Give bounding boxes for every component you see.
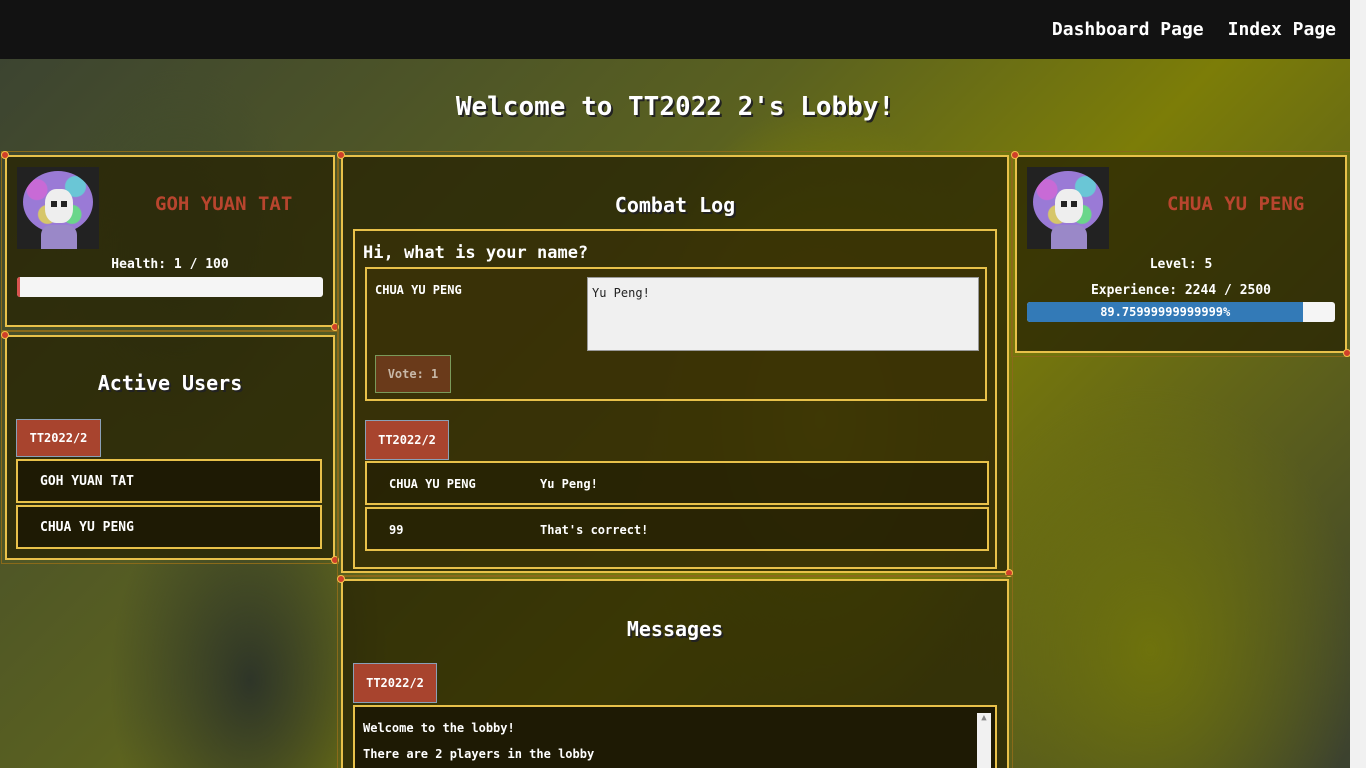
- question-text: Hi, what is your name?: [363, 243, 589, 263]
- log-entry-message: That's correct!: [540, 523, 649, 537]
- log-entry-message: Yu Peng!: [540, 477, 598, 491]
- avatar-eye: [61, 201, 67, 207]
- avatar-face: [1055, 189, 1083, 223]
- health-text: Health: 1 / 100: [111, 257, 229, 272]
- top-nav: Dashboard Page Index Page: [0, 0, 1366, 59]
- messages-scrollbar[interactable]: ▲: [977, 713, 991, 768]
- message-line: Welcome to the lobby!: [363, 721, 515, 735]
- messages-heading: Messages: [626, 617, 724, 641]
- opponent-name: CHUA YU PENG: [1167, 193, 1305, 215]
- lobby-title: Welcome to TT2022 2's Lobby!: [455, 92, 895, 122]
- active-users-heading: Active Users: [97, 371, 243, 395]
- vote-button[interactable]: Vote: 1: [375, 355, 451, 393]
- combat-log-panel: Combat Log Hi, what is your name? CHUA Y…: [337, 151, 1013, 577]
- avatar-body: [1051, 225, 1087, 249]
- experience-bar-fill: 89.75999999999999%: [1027, 302, 1304, 322]
- avatar-body: [41, 225, 77, 249]
- log-entry: 99 That's correct!: [365, 507, 989, 551]
- avatar-face: [45, 189, 73, 223]
- active-users-tab[interactable]: TT2022/2: [16, 419, 101, 457]
- answerer-name: CHUA YU PENG: [375, 283, 462, 297]
- combat-log-tab[interactable]: TT2022/2: [365, 420, 449, 460]
- question-box: Hi, what is your name? CHUA YU PENG Yu P…: [353, 229, 997, 569]
- opponent-panel: CHUA YU PENG Level: 5 Experience: 2244 /…: [1011, 151, 1351, 357]
- index-link[interactable]: Index Page: [1228, 19, 1336, 40]
- experience-bar: 89.75999999999999%: [1027, 302, 1335, 322]
- log-entry-name: CHUA YU PENG: [389, 477, 476, 491]
- messages-box[interactable]: Welcome to the lobby! There are 2 player…: [353, 705, 997, 768]
- answer-card: CHUA YU PENG Yu Peng! Vote: 1: [365, 267, 987, 401]
- messages-panel: Messages TT2022/2 Welcome to the lobby! …: [337, 575, 1013, 768]
- player-panel: GOH YUAN TAT Health: 1 / 100: [1, 151, 339, 331]
- avatar-eye: [1071, 201, 1077, 207]
- page-scrollbar[interactable]: [1350, 0, 1366, 768]
- combat-log-heading: Combat Log: [614, 193, 736, 217]
- answer-textarea[interactable]: Yu Peng!: [587, 277, 979, 351]
- experience-text: Experience: 2244 / 2500: [1090, 283, 1271, 298]
- message-line: There are 2 players in the lobby: [363, 747, 595, 761]
- avatar-eye: [51, 201, 57, 207]
- log-entry: CHUA YU PENG Yu Peng!: [365, 461, 989, 505]
- health-bar-fill: [17, 277, 21, 297]
- health-bar: [17, 277, 323, 297]
- user-row[interactable]: CHUA YU PENG: [16, 505, 322, 549]
- opponent-avatar: [1027, 167, 1109, 249]
- user-row[interactable]: GOH YUAN TAT: [16, 459, 322, 503]
- player-avatar: [17, 167, 99, 249]
- player-name: GOH YUAN TAT: [155, 193, 293, 215]
- dashboard-link[interactable]: Dashboard Page: [1052, 19, 1204, 40]
- scroll-up-icon[interactable]: ▲: [981, 713, 986, 768]
- messages-tab[interactable]: TT2022/2: [353, 663, 437, 703]
- level-text: Level: 5: [1149, 257, 1213, 272]
- avatar-eye: [1061, 201, 1067, 207]
- active-users-panel: Active Users TT2022/2 GOH YUAN TAT CHUA …: [1, 331, 339, 564]
- log-entry-name: 99: [389, 523, 404, 537]
